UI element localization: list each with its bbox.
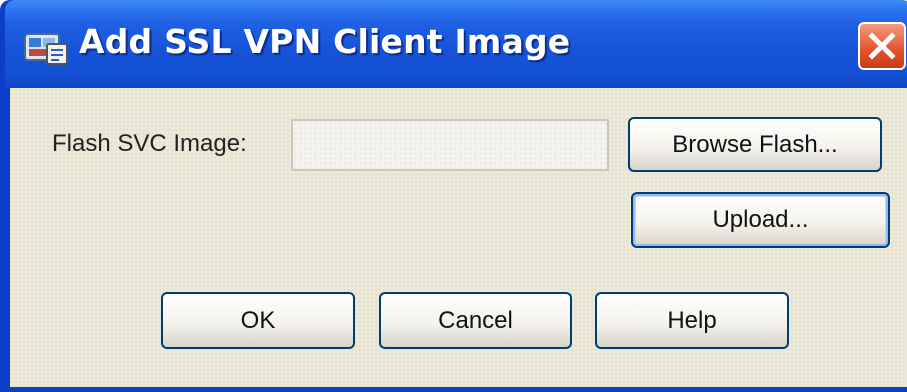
flash-svc-image-input[interactable] bbox=[291, 119, 609, 171]
upload-button[interactable]: Upload... bbox=[631, 192, 890, 248]
title-bar[interactable]: Add SSL VPN Client Image bbox=[5, 0, 907, 88]
dialog-title: Add SSL VPN Client Image bbox=[79, 22, 571, 61]
cancel-label: Cancel bbox=[438, 307, 513, 334]
close-button[interactable] bbox=[858, 22, 906, 70]
dialog-body: Flash SVC Image: Browse Flash... Upload.… bbox=[10, 88, 907, 387]
help-label: Help bbox=[667, 307, 717, 334]
asdm-app-icon bbox=[23, 28, 69, 68]
flash-svc-image-label: Flash SVC Image: bbox=[52, 130, 247, 157]
ok-label: OK bbox=[240, 307, 276, 334]
upload-label: Upload... bbox=[712, 206, 809, 233]
dialog-window: Add SSL VPN Client Image Flash SVC Image… bbox=[0, 0, 907, 392]
help-button[interactable]: Help bbox=[595, 292, 789, 349]
browse-flash-label: Browse Flash... bbox=[672, 131, 838, 158]
cancel-button[interactable]: Cancel bbox=[379, 292, 572, 349]
ok-button[interactable]: OK bbox=[161, 292, 355, 349]
browse-flash-button[interactable]: Browse Flash... bbox=[628, 117, 882, 172]
